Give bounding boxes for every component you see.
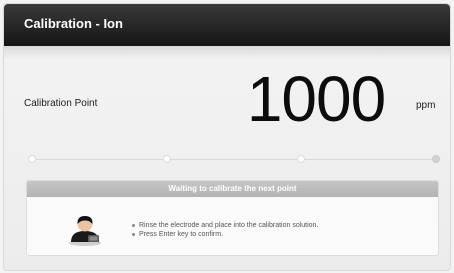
instruction-item-confirm: Press Enter key to confirm. <box>131 230 318 239</box>
instruction-item-rinse: Rinse the electrode and place into the c… <box>131 221 318 230</box>
calibration-step-dot <box>28 155 36 163</box>
calibration-progress-track <box>32 159 436 160</box>
window-title: Calibration - Ion <box>24 16 123 31</box>
user-icon <box>69 216 101 246</box>
title-bar: Calibration - Ion <box>4 4 450 46</box>
status-header: Waiting to calibrate the next point <box>27 181 438 197</box>
status-panel: Waiting to calibrate the next point Rins… <box>26 180 439 256</box>
calibration-step-dot <box>162 155 171 163</box>
instruction-list: Rinse the electrode and place into the c… <box>131 221 318 239</box>
calibration-point-label: Calibration Point <box>24 98 98 109</box>
calibration-point-value: 1000 <box>246 63 386 135</box>
title-bar-shadow <box>4 46 450 60</box>
calibration-window: Calibration - Ion Calibration Point 1000… <box>3 3 451 271</box>
calibration-unit: ppm <box>416 100 436 111</box>
calibration-step-dot <box>297 155 306 163</box>
calibration-step-dot <box>432 155 440 163</box>
